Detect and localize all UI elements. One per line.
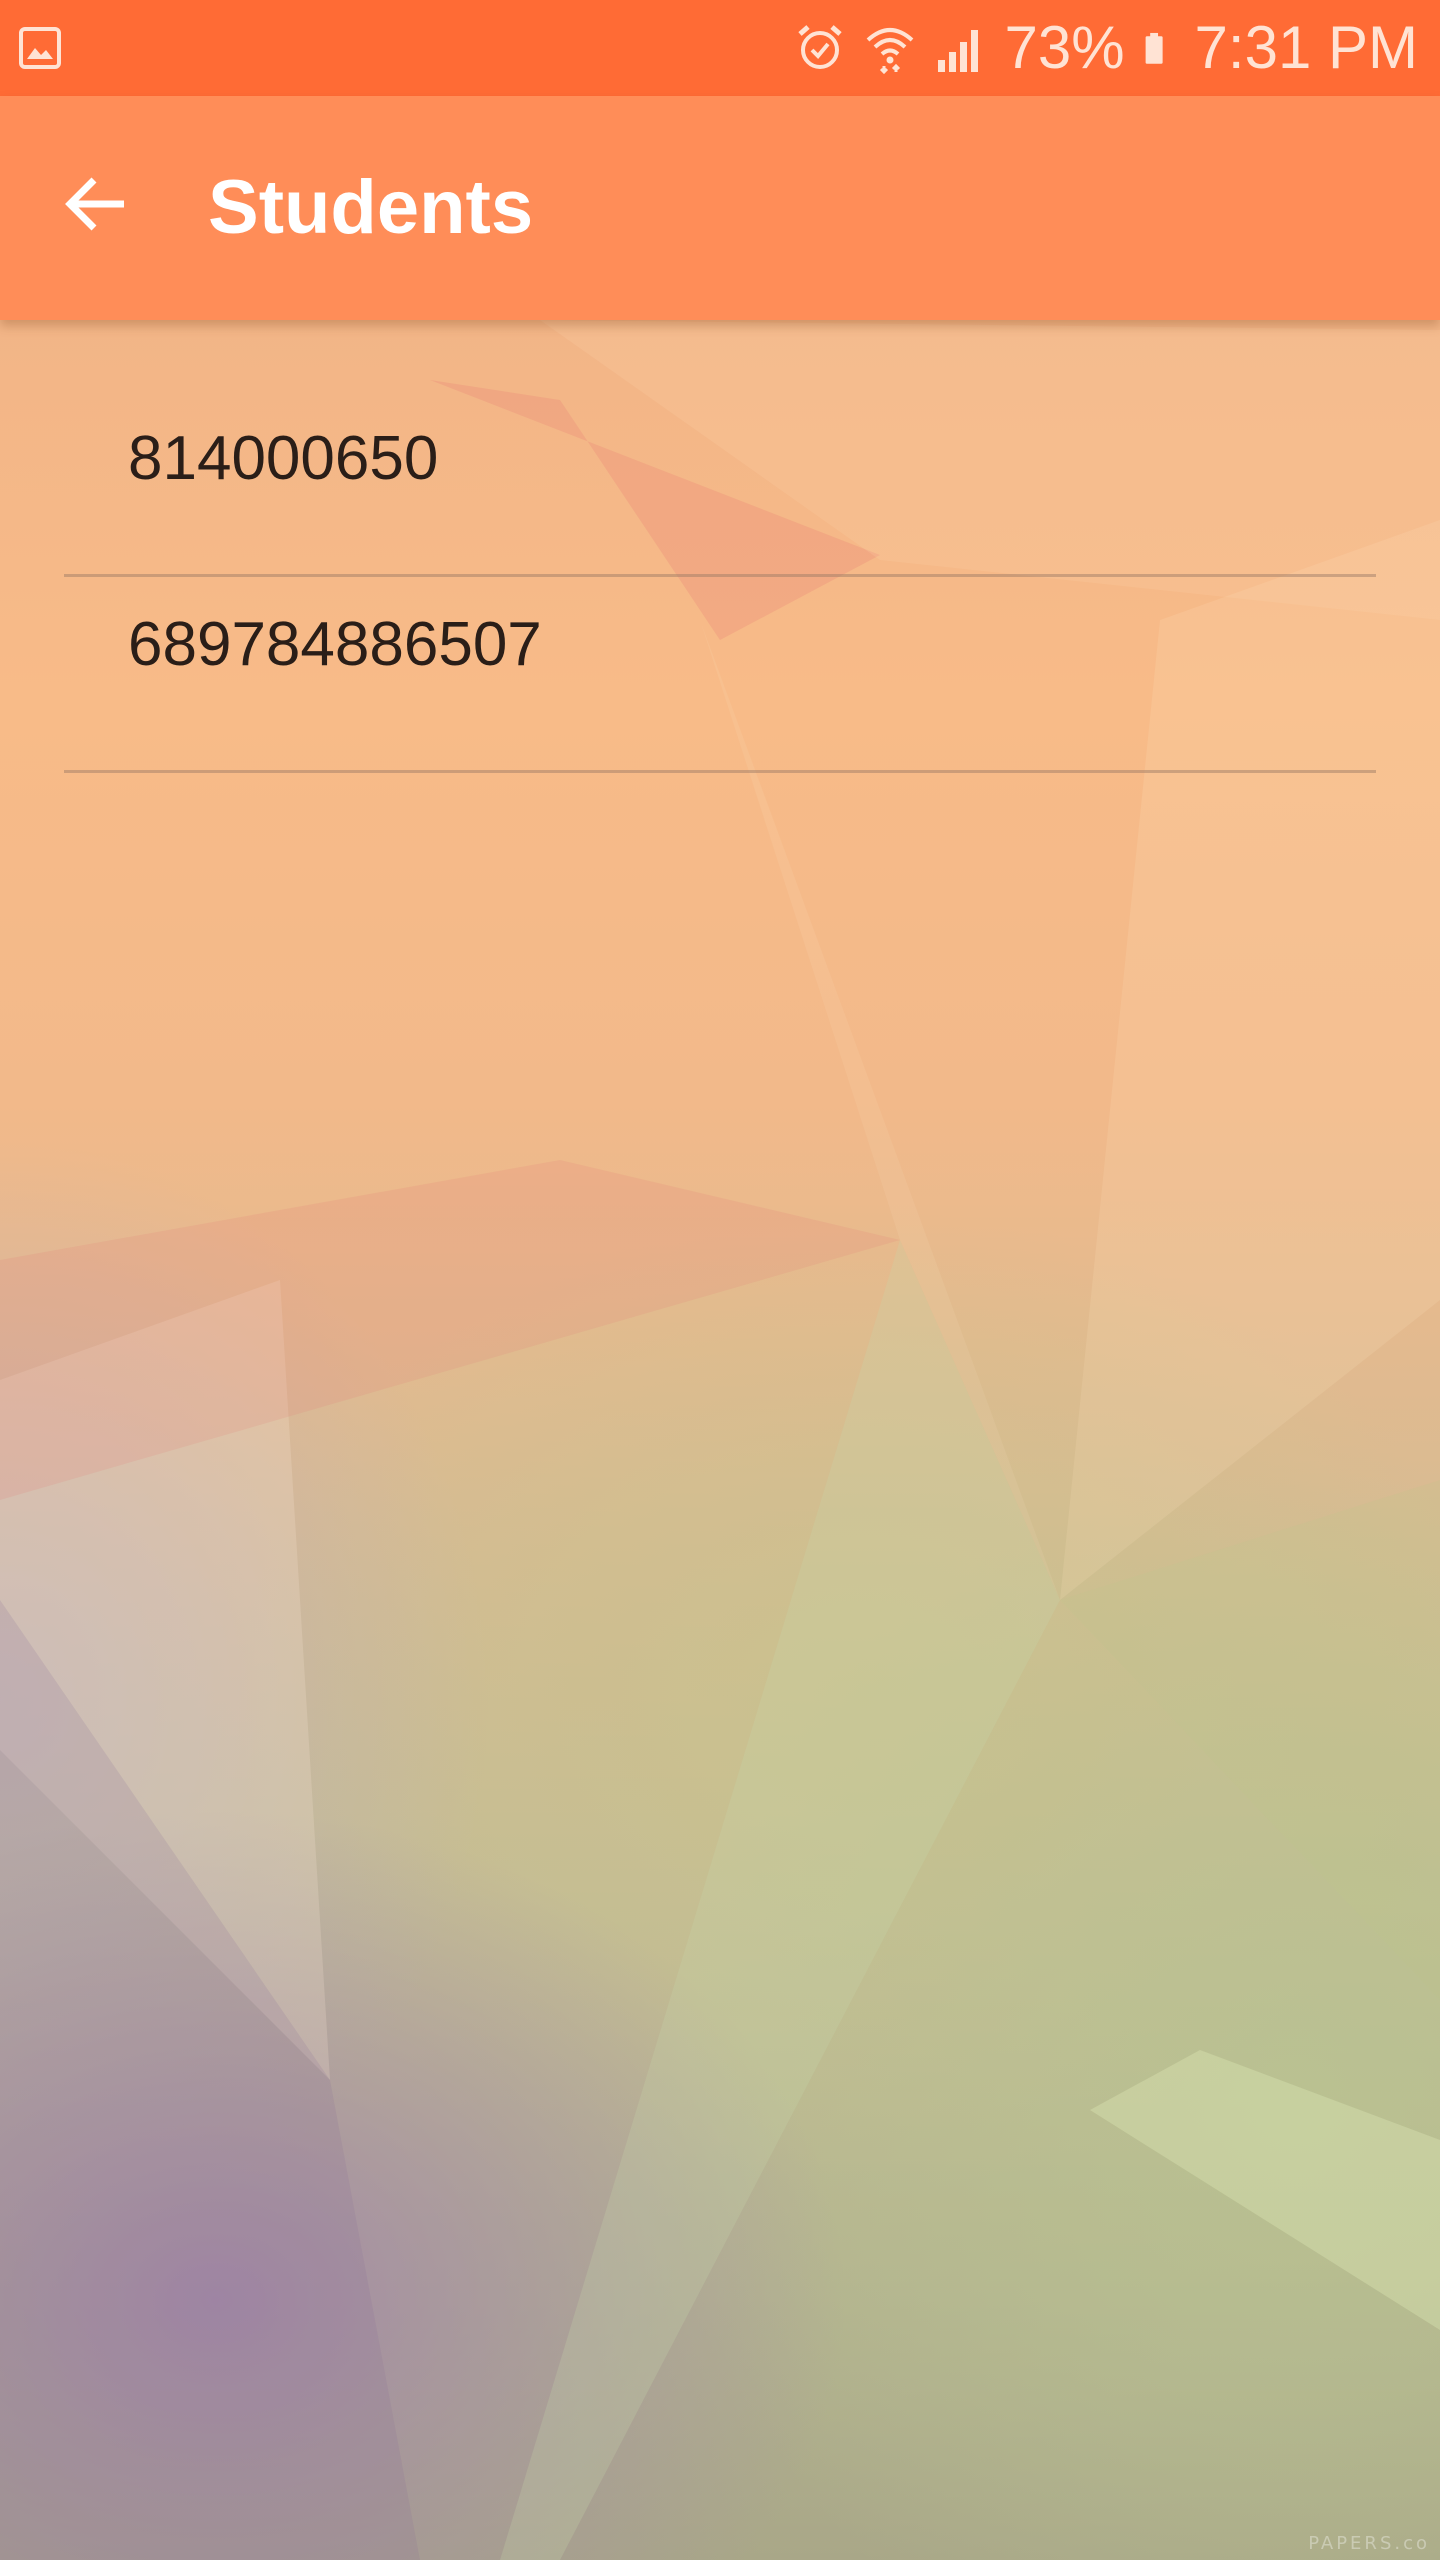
gallery-icon bbox=[19, 27, 61, 69]
students-list: 814000650 689784886507 bbox=[64, 384, 1376, 773]
student-id: 814000650 bbox=[128, 423, 439, 493]
status-indicators: 73% 7:31 PM bbox=[794, 0, 1418, 96]
alarm-icon bbox=[798, 25, 843, 69]
app-bar: Students bbox=[0, 96, 1440, 320]
clock: 7:31 PM bbox=[1194, 14, 1418, 81]
list-item[interactable]: 689784886507 bbox=[64, 577, 1376, 773]
list-item[interactable]: 814000650 bbox=[64, 384, 1376, 577]
wifi-icon bbox=[867, 28, 914, 74]
signal-icon bbox=[938, 30, 979, 72]
status-bar: 73% 7:31 PM bbox=[0, 0, 1440, 96]
battery-icon bbox=[1145, 32, 1163, 64]
back-button[interactable] bbox=[40, 148, 152, 260]
student-id: 689784886507 bbox=[128, 610, 542, 679]
arrow-left-icon bbox=[65, 177, 124, 231]
battery-percent: 73% bbox=[1004, 14, 1125, 81]
page-title: Students bbox=[208, 165, 534, 250]
wallpaper-watermark: PAPERS.co bbox=[1308, 2533, 1430, 2554]
